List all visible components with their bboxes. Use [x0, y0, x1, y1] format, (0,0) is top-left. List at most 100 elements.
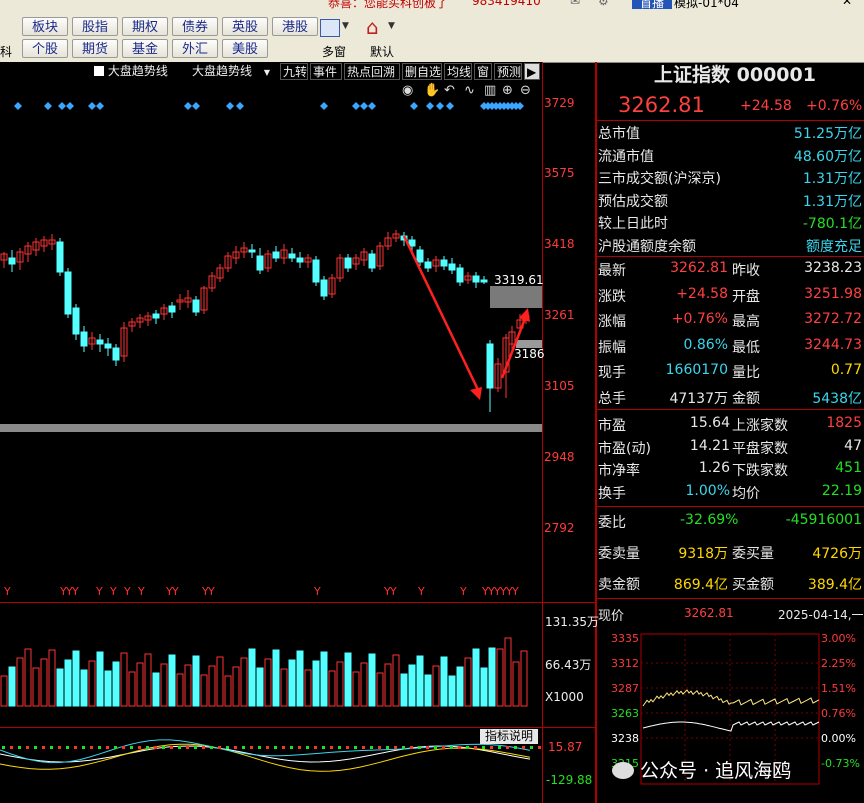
volume-bar — [320, 651, 328, 707]
signal-marker — [192, 102, 200, 110]
indicator-help-button[interactable]: 指标说明 — [480, 729, 538, 744]
toolbar-button[interactable]: 个股 — [22, 39, 68, 58]
summary-value: 51.25万亿 — [793, 126, 862, 142]
indicator-bar — [202, 746, 205, 749]
mini-left-axis: 3312 — [611, 657, 639, 670]
indicator-bar — [66, 746, 69, 749]
volume-bar — [8, 666, 16, 707]
quote-value: 0.86% — [683, 336, 728, 353]
high-price-label: 3319.61 — [494, 273, 544, 287]
account-mode-select[interactable]: 模拟-01*04 — [674, 0, 739, 9]
volume-bar — [368, 653, 376, 707]
volume-bar — [112, 661, 120, 707]
trendline-checkbox[interactable]: 大盘趋势线 — [92, 63, 170, 80]
volume-bar — [360, 662, 368, 707]
volume-bar — [456, 666, 464, 707]
toolbar-button[interactable]: 港股 — [272, 17, 318, 36]
volume-bar — [448, 675, 456, 707]
price-axis-label: 3575 — [544, 166, 575, 180]
panel-toggle-icon[interactable]: ▶ — [524, 63, 540, 80]
toolbar-button[interactable]: 期货 — [72, 39, 118, 58]
volume-bar — [80, 669, 88, 707]
volume-bar — [480, 667, 488, 707]
indicator-bar — [482, 746, 485, 749]
current-price: 3262.81 — [618, 93, 705, 117]
gap-band — [0, 424, 542, 432]
indicator-bar — [370, 746, 373, 749]
indicator-bar — [194, 746, 197, 749]
volume-bar — [408, 664, 416, 707]
toolbar-button[interactable]: 基金 — [122, 39, 168, 58]
indicator-bar — [522, 746, 525, 749]
close-icon[interactable]: ✕ — [842, 0, 852, 8]
chart-tool-button[interactable]: 九转 — [280, 63, 308, 80]
summary-label: 较上日此时 — [598, 216, 668, 232]
indicator-separator — [0, 727, 596, 728]
summary-label: 三市成交额(沪深京) — [598, 171, 721, 187]
mini-price-label: 现价 — [598, 609, 625, 624]
panel-divider — [597, 409, 864, 410]
indicator-bar — [434, 746, 437, 749]
mini-left-axis: 3238 — [611, 732, 639, 745]
candle — [424, 261, 432, 269]
signal-marker — [436, 102, 444, 110]
y-marker: Y — [109, 585, 117, 598]
quote-label: 最高 — [732, 314, 760, 330]
quote-label: 现手 — [598, 365, 626, 381]
chart-tool-button[interactable]: 事件 — [310, 63, 342, 80]
toolbar-button[interactable]: 美股 — [222, 39, 268, 58]
chart-tool-button[interactable]: 预测 — [494, 63, 522, 80]
axis-separator — [542, 62, 543, 803]
volume-bar — [168, 654, 176, 707]
toolbar-button[interactable]: 外汇 — [172, 39, 218, 58]
quote-value: 5438亿 — [812, 390, 862, 407]
quote-label: 振幅 — [598, 339, 626, 356]
toolbar-button[interactable]: 板块 — [22, 17, 68, 36]
buy-amt-label: 买金额 — [732, 577, 774, 593]
volume-bar — [192, 655, 200, 707]
toolbar-button[interactable]: 英股 — [222, 17, 268, 36]
toolbar-button[interactable]: 债券 — [172, 17, 218, 36]
multi-window-label: 多窗 — [322, 45, 347, 59]
quote-value: 3251.98 — [804, 285, 862, 302]
mini-right-axis: -0.73% — [821, 757, 860, 770]
volume-bar — [240, 657, 248, 707]
live-button[interactable]: 首播 — [632, 0, 673, 9]
volume-bar — [344, 652, 352, 707]
summary-label: 沪股通额度余额 — [598, 238, 696, 255]
stat-label: 平盘家数 — [732, 440, 788, 457]
signal-marker — [44, 102, 52, 110]
volume-bar — [520, 650, 528, 707]
volume-bar — [416, 655, 424, 707]
toolbar-button[interactable]: 股指 — [72, 17, 118, 36]
default-layout-button[interactable]: ⌂ ▼ 默认 — [362, 15, 402, 59]
stat-label: 市盈(动) — [598, 440, 651, 457]
multi-window-button[interactable]: ▼ 多窗 — [318, 17, 358, 59]
indicator-bar — [458, 746, 461, 749]
volume-bar — [64, 659, 72, 707]
volume-axis-unit: X1000 — [545, 690, 584, 704]
toolbar-button[interactable]: 期权 — [122, 17, 168, 36]
kline-chart[interactable]: YYYYYYYYYYYYYYYYYYYYYYY — [0, 82, 542, 803]
account-code: 983419410 — [472, 0, 541, 8]
quote-label: 开盘 — [732, 288, 760, 305]
candle — [480, 279, 488, 283]
chart-tool-button[interactable]: 均线 — [444, 63, 472, 80]
chart-tool-button[interactable]: 热点回溯 — [344, 63, 400, 80]
signal-marker — [426, 102, 434, 110]
candle — [248, 249, 256, 253]
settings-icon[interactable]: ⚙ — [598, 0, 609, 8]
chart-tool-button[interactable]: 窗 — [474, 63, 492, 80]
quote-label: 最新 — [598, 263, 626, 279]
mail-icon[interactable]: ✉ — [570, 0, 580, 8]
indicator-bar — [106, 746, 109, 749]
volume-bar — [176, 673, 184, 707]
buy-amt-value: 389.4亿 — [807, 577, 862, 593]
chart-tool-button[interactable]: 删自选 — [402, 63, 442, 80]
signal-marker — [352, 102, 360, 110]
indicator-bar — [362, 746, 365, 749]
quote-label: 昨收 — [732, 263, 760, 279]
mini-right-axis: 0.76% — [821, 707, 856, 720]
stat-value: 1.00% — [685, 482, 730, 499]
trendline-dropdown[interactable]: 大盘趋势线 ▼ — [190, 63, 276, 80]
